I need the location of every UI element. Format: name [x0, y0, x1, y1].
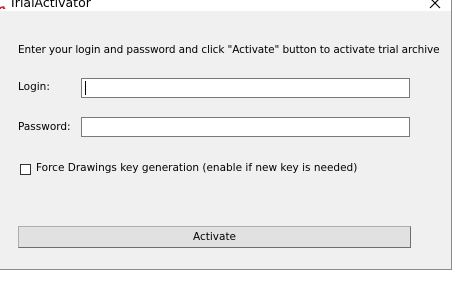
- password-label: Password:: [18, 121, 71, 133]
- trial-activator-window: TrialActivator Enter your login and pass…: [0, 0, 452, 270]
- password-input[interactable]: [81, 117, 410, 137]
- login-label: Login:: [18, 81, 50, 93]
- title-bar: TrialActivator: [0, 0, 451, 11]
- activate-button[interactable]: Activate: [18, 226, 411, 248]
- activate-button-label: Activate: [192, 231, 237, 243]
- app-icon: [0, 0, 6, 9]
- window-title: TrialActivator: [9, 0, 91, 10]
- instruction-text: Enter your login and password and click …: [18, 44, 440, 56]
- login-input[interactable]: [81, 78, 410, 98]
- text-caret: [85, 81, 86, 95]
- force-drawings-label[interactable]: Force Drawings key generation (enable if…: [36, 162, 357, 174]
- close-button[interactable]: [424, 0, 446, 11]
- force-drawings-checkbox[interactable]: [20, 164, 31, 175]
